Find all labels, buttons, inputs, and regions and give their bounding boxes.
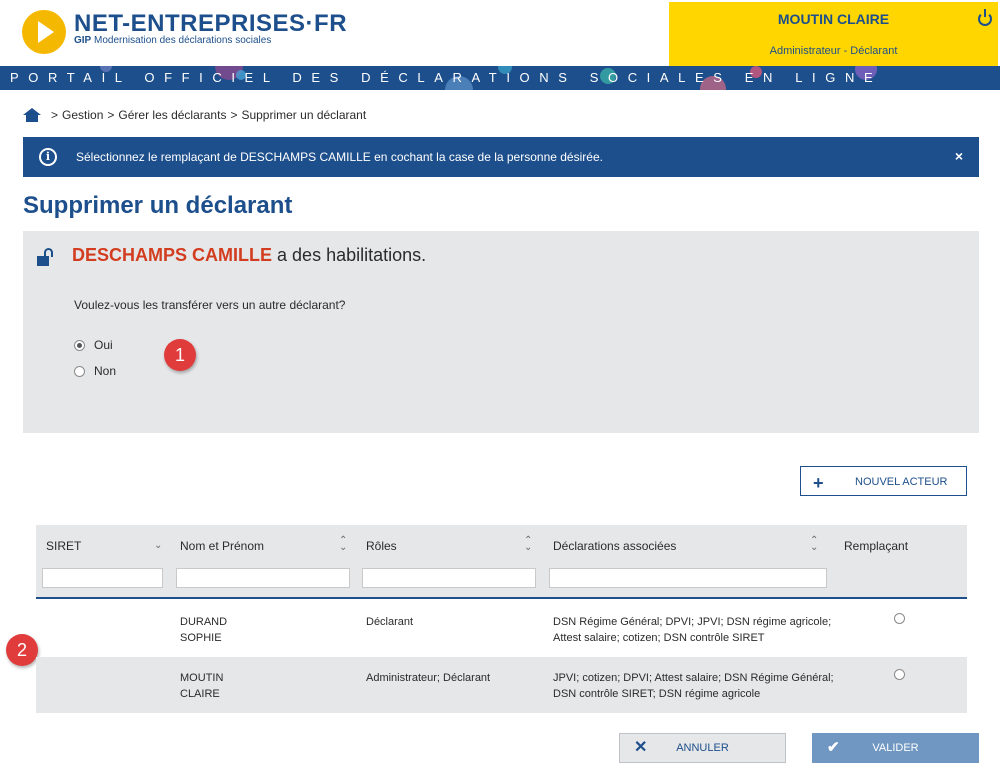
breadcrumb-separator: > [107,108,115,122]
cell-name-line2: SOPHIE [180,632,222,644]
habilitations-heading: DESCHAMPS CAMILLE a des habilitations. [72,245,426,266]
user-role: Administrateur - Déclarant [769,45,898,57]
cell-decl-line2: Attest salaire; cotizen; DSN contrôle SI… [553,632,765,644]
home-icon[interactable] [23,108,41,122]
filter-roles[interactable] [362,568,536,588]
cell-roles: Administrateur; Déclarant [366,672,491,684]
cell-name: DURAND SOPHIE [180,614,227,646]
sort-icon[interactable]: ⌃ ⌄ [810,536,818,553]
portal-banner: PORTAIL OFFICIEL DES DÉCLARATIONS SOCIAL… [0,66,1000,90]
replacement-radio[interactable] [894,613,905,624]
table-header: SIRET ⌄ Nom et Prénom ⌃ ⌄ Rôles ⌃ ⌄ Déclar… [36,525,967,599]
info-icon: i [39,148,57,166]
cancel-button[interactable]: ✕ ANNULER [619,733,786,763]
info-message: i Sélectionnez le remplaçant de DESCHAMP… [23,137,979,177]
cell-name-line1: DURAND [180,616,228,628]
user-name[interactable]: MOUTIN CLAIRE [669,11,998,27]
habilitations-suffix: a des habilitations. [277,245,427,265]
sort-icon[interactable]: ⌃ ⌄ [339,536,347,553]
user-box: MOUTIN CLAIRE Administrateur - Déclarant [669,2,998,66]
cell-decl-line2: DSN contrôle SIRET; DSN régime agricole [553,688,761,700]
close-icon: ✕ [634,739,648,756]
info-text: Sélectionnez le remplaçant de DESCHAMPS … [76,150,603,164]
power-icon[interactable] [978,9,992,26]
column-header-declarations[interactable]: Déclarations associées [553,539,676,553]
cell-roles: Déclarant [366,616,414,628]
unlock-icon [37,248,53,266]
page-title: Supprimer un déclarant [23,192,293,219]
column-header-replacement: Remplaçant [844,539,909,553]
cell-name: MOUTIN CLAIRE [180,670,223,702]
cancel-label: ANNULER [676,742,729,754]
column-header-name[interactable]: Nom et Prénom [180,539,264,553]
cell-declarations: DSN Régime Général; DPVI; JPVI; DSN régi… [553,614,831,646]
cell-name-line2: CLAIRE [180,688,220,700]
breadcrumb-separator: > [51,108,59,122]
person-name: DESCHAMPS CAMILLE [72,245,273,265]
close-icon[interactable]: × [955,148,963,164]
cell-decl-line1: DSN Régime Général; DPVI; JPVI; DSN régi… [553,616,832,628]
radio-non-label[interactable]: Non [94,364,116,378]
radio-non-input[interactable] [74,365,85,377]
new-actor-button[interactable]: + NOUVEL ACTEUR [800,466,967,496]
cell-name-line1: MOUTIN [180,672,224,684]
column-header-siret[interactable]: SIRET [46,539,81,553]
breadcrumb-item-current: Supprimer un déclarant [241,108,367,122]
transfer-question: Voulez-vous les transférer vers un autre… [74,298,346,312]
filter-declarations[interactable] [549,568,827,588]
plus-icon: + [813,473,824,493]
breadcrumb-item-gestion[interactable]: Gestion [62,108,103,122]
filter-name[interactable] [176,568,350,588]
breadcrumb-separator: > [230,108,238,122]
banner-text: PORTAIL OFFICIEL DES DÉCLARATIONS SOCIAL… [10,70,883,85]
radio-oui-label[interactable]: Oui [94,338,113,352]
breadcrumb-item-gerer-declarants[interactable]: Gérer les déclarants [118,108,226,122]
cell-decl-line1: JPVI; cotizen; DPVI; Attest salaire; DSN… [553,672,834,684]
habilitations-panel: DESCHAMPS CAMILLE a des habilitations. V… [23,231,979,433]
logo-icon[interactable] [22,10,66,54]
brand-subtitle: GIP Modernisation des déclarations socia… [74,35,271,46]
radio-oui-input[interactable] [74,339,85,351]
chevron-down-icon[interactable]: ⌄ [154,541,162,551]
replacement-radio[interactable] [894,669,905,680]
table-row[interactable]: MOUTIN CLAIRE Administrateur; Déclarant … [36,657,967,713]
validate-button[interactable]: ✔ VALIDER [812,733,979,763]
step-badge-1: 1 [164,339,196,371]
sort-icon[interactable]: ⌃ ⌄ [524,536,532,553]
cell-declarations: JPVI; cotizen; DPVI; Attest salaire; DSN… [553,670,834,702]
breadcrumb: > Gestion > Gérer les déclarants > Suppr… [23,108,366,122]
validate-label: VALIDER [872,742,919,754]
new-actor-label: NOUVEL ACTEUR [855,476,948,488]
radio-non[interactable]: Non [74,364,116,378]
column-header-roles[interactable]: Rôles [366,539,397,553]
brand-name[interactable]: NET-ENTREPRISES·FR [74,10,347,38]
step-badge-2: 2 [6,634,38,666]
brand-sub-text: Modernisation des déclarations sociales [94,35,272,46]
header: NET-ENTREPRISES·FR GIP Modernisation des… [0,0,1000,66]
checkmark-icon: ✔ [827,739,840,756]
filter-siret[interactable] [42,568,163,588]
radio-oui[interactable]: Oui [74,338,113,352]
brand-sub-prefix: GIP [74,35,92,46]
table-row[interactable]: DURAND SOPHIE Déclarant DSN Régime Génér… [36,601,967,657]
